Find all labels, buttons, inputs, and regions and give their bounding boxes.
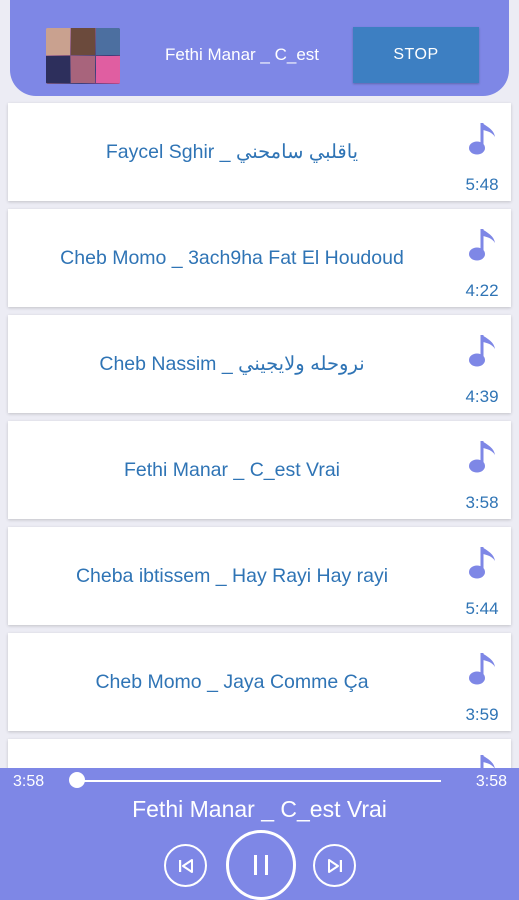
track-item[interactable]: Cheb Nassim _ نروحله ولايجيني 4:39 <box>8 315 511 413</box>
track-title: Cheba ibtissem _ Hay Rayi Hay rayi <box>75 564 389 587</box>
now-playing-title: Fethi Manar _ C_est <box>164 45 319 64</box>
track-duration: 5:44 <box>465 599 499 618</box>
album-thumbnail <box>46 28 120 84</box>
next-button[interactable] <box>313 844 356 887</box>
track-duration: 3:59 <box>465 705 499 724</box>
track-item[interactable]: Cheb Momo _ Jaya Comme Ça 3:59 <box>8 633 511 731</box>
seek-handle[interactable] <box>69 772 85 788</box>
track-duration: 3:58 <box>465 493 499 512</box>
pause-icon <box>254 855 268 875</box>
track-title: Cheb Momo _ Jaya Comme Ça <box>95 670 369 693</box>
track-list: Faycel Sghir _ ياقلبي سامحني 5:48 Cheb M… <box>8 103 511 779</box>
pause-button[interactable] <box>226 830 296 900</box>
music-note-icon <box>469 653 495 685</box>
track-item[interactable]: Fethi Manar _ C_est Vrai 3:58 <box>8 421 511 519</box>
previous-button[interactable] <box>164 844 207 887</box>
track-duration: 4:22 <box>465 281 499 300</box>
total-time: 3:58 <box>475 773 507 790</box>
track-title: Fethi Manar _ C_est Vrai <box>123 458 341 481</box>
track-item[interactable] <box>8 739 511 779</box>
player-track-title: Fethi Manar _ C_est Vrai <box>132 796 387 822</box>
player-bar: 3:58 3:58 Fethi Manar _ C_est Vrai <box>0 768 519 900</box>
track-item[interactable]: Cheb Momo _ 3ach9ha Fat El Houdoud 4:22 <box>8 209 511 307</box>
music-note-icon <box>469 335 495 367</box>
elapsed-time: 3:58 <box>13 773 45 790</box>
track-item[interactable]: Faycel Sghir _ ياقلبي سامحني 5:48 <box>8 103 511 201</box>
track-item[interactable]: Cheba ibtissem _ Hay Rayi Hay rayi 5:44 <box>8 527 511 625</box>
track-duration: 4:39 <box>465 387 499 406</box>
skip-previous-icon <box>178 858 193 873</box>
skip-next-icon <box>327 858 342 873</box>
seek-bar[interactable] <box>78 780 441 782</box>
track-duration: 5:48 <box>465 175 499 194</box>
music-note-icon <box>469 441 495 473</box>
music-note-icon <box>469 123 495 155</box>
now-playing-banner: Fethi Manar _ C_est STOP <box>10 0 509 96</box>
stop-button[interactable]: STOP <box>353 27 479 83</box>
music-note-icon <box>469 229 495 261</box>
track-title: Cheb Nassim _ نروحله ولايجيني <box>99 353 365 375</box>
music-note-icon <box>469 547 495 579</box>
track-title: Cheb Momo _ 3ach9ha Fat El Houdoud <box>60 246 404 269</box>
track-title: Faycel Sghir _ ياقلبي سامحني <box>105 141 359 163</box>
